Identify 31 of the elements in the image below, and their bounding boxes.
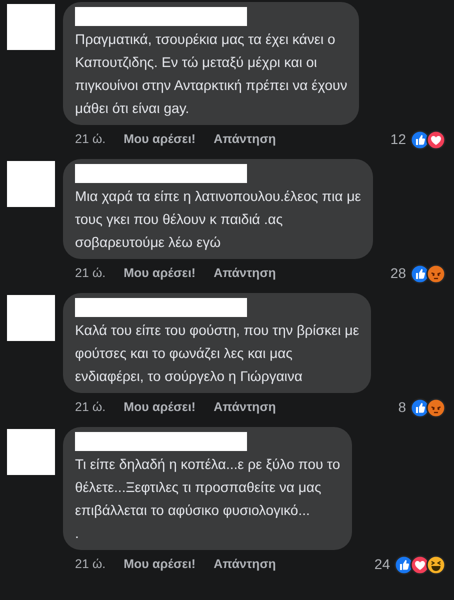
comment-text: Καλά του είπε του φούστη, που την βρίσκει με φούτσες και το φωνάζει λες και μας ενδιαφέρει, το σούργελο η Γιώργαινα [75, 321, 360, 386]
like-link[interactable]: Μου αρέσει! [124, 264, 196, 283]
reaction-count: 24 [374, 555, 390, 574]
avatar [7, 429, 55, 475]
avatar [7, 295, 55, 341]
angry-face-icon [426, 398, 446, 418]
thumbs-up-icon [394, 554, 414, 574]
like-link[interactable]: Μου αρέσει! [124, 555, 196, 574]
reply-link[interactable]: Απάντηση [214, 264, 276, 283]
like-link[interactable]: Μου αρέσει! [124, 398, 196, 417]
angry-face-icon [426, 264, 446, 284]
avatar [7, 4, 55, 50]
laughing-face-icon [426, 554, 446, 574]
like-link[interactable]: Μου αρέσει! [124, 130, 196, 149]
thumbs-up-icon [410, 130, 430, 150]
reaction-count: 28 [390, 264, 406, 283]
reply-link[interactable]: Απάντηση [214, 555, 276, 574]
comment-time: 21 ώ. [75, 556, 106, 574]
comment-text: Πραγματικά, τσουρέκια μας τα έχει κάνει ο Καπουτζιδης. Εν τώ μεταξύ μέχρι και οι πιγκουίνοι στην Ανταρκτική πρέπει να έχουν μάθει ότι είναι gay. [75, 30, 348, 118]
avatar [7, 161, 55, 207]
comment-text: Τι είπε δηλαδή η κοπέλα...ε ρε ξύλο που το θέλετε...Ξεφτιλες τι προσπαθείτε να μας επιβάλλεται το αφύσικο φυσιολογικό... . [75, 455, 340, 543]
reply-link[interactable]: Απάντηση [214, 130, 276, 149]
comment-time: 21 ώ. [75, 399, 106, 416]
comment-time: 21 ώ. [75, 131, 106, 148]
reaction-count: 8 [398, 398, 406, 417]
reaction-count: 12 [390, 130, 406, 149]
reply-link[interactable]: Απάντηση [214, 398, 276, 417]
thumbs-up-icon [410, 264, 430, 284]
comment-text: Μια χαρά τα είπε η λατινοπουλου.έλεος πια με τους γκει που θέλουν κ παιδιά .ας σοβαρευτούμε λέω εγώ [75, 187, 362, 252]
comment-time: 21 ώ. [75, 265, 106, 282]
thumbs-up-icon [410, 398, 430, 418]
